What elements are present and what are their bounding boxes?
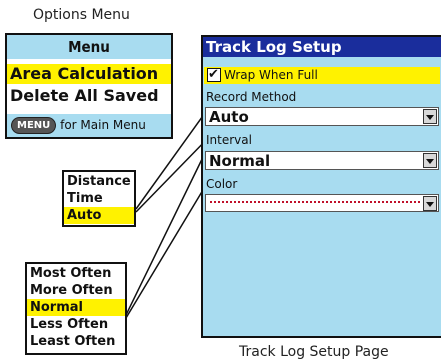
interval-option-more-often[interactable]: More Often	[27, 282, 125, 299]
record-option-time[interactable]: Time	[64, 190, 134, 207]
record-method-dropdown[interactable]: Auto	[205, 107, 439, 126]
record-method-value: Auto	[209, 108, 249, 126]
wrap-when-full-label: Wrap When Full	[224, 68, 318, 82]
interval-label: Interval	[206, 133, 252, 147]
interval-option-normal[interactable]: Normal	[27, 299, 125, 316]
interval-option-less-often[interactable]: Less Often	[27, 316, 125, 333]
checkmark-icon[interactable]	[207, 66, 221, 83]
dropdown-arrow-icon[interactable]	[423, 109, 437, 124]
record-option-distance[interactable]: Distance	[64, 173, 134, 190]
record-method-popup: Distance Time Auto	[62, 170, 136, 227]
interval-dropdown[interactable]: Normal	[205, 151, 439, 170]
track-log-caption: Track Log Setup Page	[239, 344, 389, 360]
record-method-label: Record Method	[206, 90, 297, 104]
interval-connector-line	[125, 152, 206, 316]
color-label: Color	[206, 177, 238, 191]
track-log-setup-page: Track Log Setup Wrap When Full Record Me…	[201, 35, 441, 338]
interval-popup: Most Often More Often Normal Less Often …	[25, 262, 127, 355]
interval-option-most-often[interactable]: Most Often	[27, 265, 125, 282]
wrap-when-full-checkbox[interactable]: Wrap When Full	[204, 66, 440, 84]
record-option-auto[interactable]: Auto	[64, 207, 134, 224]
color-swatch-line	[210, 201, 420, 206]
color-dropdown[interactable]	[205, 194, 439, 212]
dropdown-arrow-icon[interactable]	[423, 196, 437, 211]
dropdown-arrow-icon[interactable]	[423, 153, 437, 168]
interval-connector-line-2	[125, 174, 213, 319]
record-connector-line	[135, 112, 206, 210]
interval-value: Normal	[209, 152, 271, 170]
interval-option-least-often[interactable]: Least Often	[27, 333, 125, 350]
page-title: Track Log Setup	[203, 37, 441, 57]
